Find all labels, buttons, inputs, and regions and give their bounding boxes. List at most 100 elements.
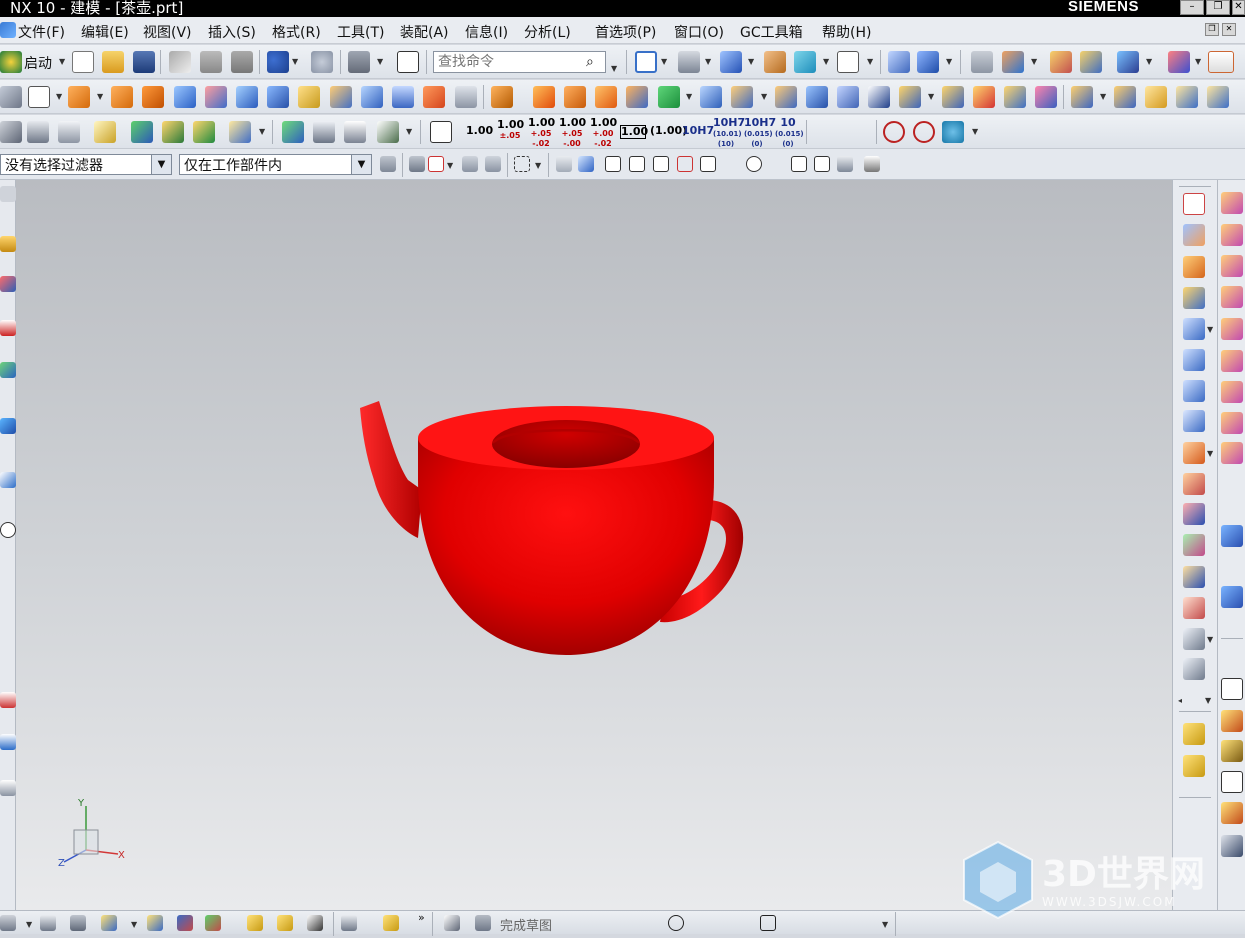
block-icon[interactable]	[174, 86, 196, 108]
draft-icon[interactable]	[837, 86, 859, 108]
chevron-down-icon[interactable]: ▼	[1031, 57, 1037, 66]
select-feature-icon[interactable]	[428, 156, 444, 172]
menu-insert[interactable]: 插入(S)	[208, 22, 256, 42]
chevron-down-icon[interactable]: ▼	[611, 64, 617, 73]
redo-icon[interactable]	[311, 51, 333, 73]
snap-tangent-icon[interactable]	[769, 156, 785, 172]
dim-unilateral-minus-icon[interactable]: 1.00 +.00 -.02	[590, 117, 617, 148]
note-icon[interactable]	[94, 121, 116, 143]
pull-face-icon[interactable]	[1221, 318, 1243, 340]
diameter-dim-icon[interactable]	[883, 121, 905, 143]
extension-surface-icon[interactable]	[1183, 442, 1205, 464]
menu-information[interactable]: 信息(I)	[465, 22, 508, 42]
chevron-down-icon[interactable]: ▼	[1207, 635, 1213, 644]
pad-icon[interactable]	[392, 86, 414, 108]
dim-basic-icon[interactable]: 1.00	[620, 125, 648, 139]
copy-icon[interactable]	[200, 51, 222, 73]
assembly-select-icon[interactable]	[380, 156, 396, 172]
render-style-icon[interactable]	[678, 51, 700, 73]
quick-extend-icon[interactable]	[936, 915, 952, 931]
snap-mid-point-icon[interactable]	[629, 156, 645, 172]
snap-control-point-icon[interactable]	[653, 156, 669, 172]
resize-blend-icon[interactable]	[1221, 381, 1243, 403]
weld-icon[interactable]	[1221, 802, 1243, 824]
palette-icon[interactable]	[0, 734, 16, 750]
shell-icon[interactable]	[731, 86, 753, 108]
minimize-button[interactable]: –	[1180, 0, 1204, 15]
add-component-icon[interactable]	[1183, 755, 1205, 777]
menu-tools[interactable]: 工具(T)	[337, 22, 384, 42]
thread-icon[interactable]	[1221, 192, 1243, 214]
chevron-down-icon[interactable]: ▼	[1100, 92, 1106, 101]
snap-existing-point-icon[interactable]	[791, 156, 807, 172]
close-button[interactable]: ✕	[1232, 0, 1245, 15]
dim-reference-icon[interactable]: (1.00)	[650, 125, 687, 136]
show-constraints-icon[interactable]	[277, 915, 293, 931]
menu-edit[interactable]: 编辑(E)	[81, 22, 129, 42]
cone-icon[interactable]	[236, 86, 258, 108]
chevron-down-icon[interactable]: ▼	[661, 57, 667, 66]
menu-preferences[interactable]: 首选项(P)	[595, 22, 656, 42]
surface-finish-icon[interactable]	[229, 121, 251, 143]
select-face-icon[interactable]	[578, 156, 594, 172]
dim-nominal-icon[interactable]: 1.00	[466, 125, 493, 136]
cut-icon[interactable]	[169, 51, 191, 73]
chevron-down-icon[interactable]: ▼	[259, 127, 265, 136]
chevron-down-icon[interactable]: ▼	[882, 920, 888, 929]
restore-button[interactable]: ❐	[1206, 0, 1230, 15]
scale-body-icon[interactable]	[942, 86, 964, 108]
move-face-icon[interactable]	[1221, 286, 1243, 308]
undo-icon[interactable]	[267, 51, 289, 73]
sketch-tools-icon[interactable]	[0, 915, 16, 931]
line-icon[interactable]	[608, 915, 624, 931]
x-form-icon[interactable]	[1183, 410, 1205, 432]
teapot-body[interactable]	[418, 438, 714, 655]
new-component-icon[interactable]	[101, 915, 117, 931]
menu-gc-toolbox[interactable]: GC工具箱	[740, 22, 803, 42]
doc-restore-button[interactable]: ❐	[1205, 23, 1219, 36]
patch-opening-icon[interactable]	[1183, 658, 1205, 680]
unite-icon[interactable]	[491, 86, 513, 108]
assembly-tree-icon[interactable]	[40, 915, 56, 931]
rectangle-select-icon[interactable]	[514, 156, 530, 172]
variable-blend-icon[interactable]	[1114, 86, 1136, 108]
move-component-icon[interactable]	[205, 915, 221, 931]
offset-face-icon[interactable]	[868, 86, 890, 108]
chevron-down-icon[interactable]: ▼	[946, 57, 952, 66]
menu-assembly[interactable]: 装配(A)	[400, 22, 449, 42]
gear-icon[interactable]	[1221, 740, 1243, 762]
edit-object-display-icon[interactable]	[1050, 51, 1072, 73]
styled-corner-icon[interactable]	[1207, 86, 1229, 108]
chevron-down-icon[interactable]: ▼	[292, 57, 298, 66]
through-curve-mesh-icon[interactable]	[1183, 256, 1205, 278]
selection-scope-combo[interactable]: 仅在工作部件内 ▼	[179, 154, 372, 175]
back-arrow-icon[interactable]	[942, 121, 964, 143]
fillet-icon[interactable]	[698, 915, 714, 931]
chevron-down-icon[interactable]: ▼	[928, 92, 934, 101]
fold-icon[interactable]	[1221, 710, 1243, 732]
open-folder-icon[interactable]	[102, 51, 124, 73]
move-object-icon[interactable]	[1002, 51, 1024, 73]
command-finder-icon[interactable]	[397, 51, 419, 73]
layer-settings-icon[interactable]	[971, 51, 993, 73]
label-chamfer-icon[interactable]	[1221, 442, 1243, 464]
chevron-down-icon[interactable]: ▼	[351, 155, 371, 174]
chevron-down-icon[interactable]: ▼	[1207, 449, 1213, 458]
chevron-down-icon[interactable]: ▼	[535, 161, 541, 170]
datum-plane-icon[interactable]	[28, 86, 50, 108]
start-icon[interactable]	[0, 51, 22, 73]
paste-icon[interactable]	[231, 51, 253, 73]
background-icon[interactable]	[837, 51, 859, 73]
through-curves-icon[interactable]	[1183, 224, 1205, 246]
teapot-model[interactable]	[360, 401, 744, 655]
arc-icon[interactable]	[638, 915, 654, 931]
system-materials-icon[interactable]	[0, 612, 16, 628]
assembly-constraints-icon[interactable]	[247, 915, 263, 931]
assembly-constraint-icon[interactable]	[1183, 723, 1205, 745]
chevron-down-icon[interactable]: ▼	[867, 57, 873, 66]
chevron-down-icon[interactable]: ▼	[377, 57, 383, 66]
feature-control-icon[interactable]	[131, 121, 153, 143]
finish-sketch-label[interactable]: 完成草图	[500, 915, 552, 934]
chevron-down-icon[interactable]: ▼	[1205, 696, 1211, 705]
snap-end-point-icon[interactable]	[605, 156, 621, 172]
